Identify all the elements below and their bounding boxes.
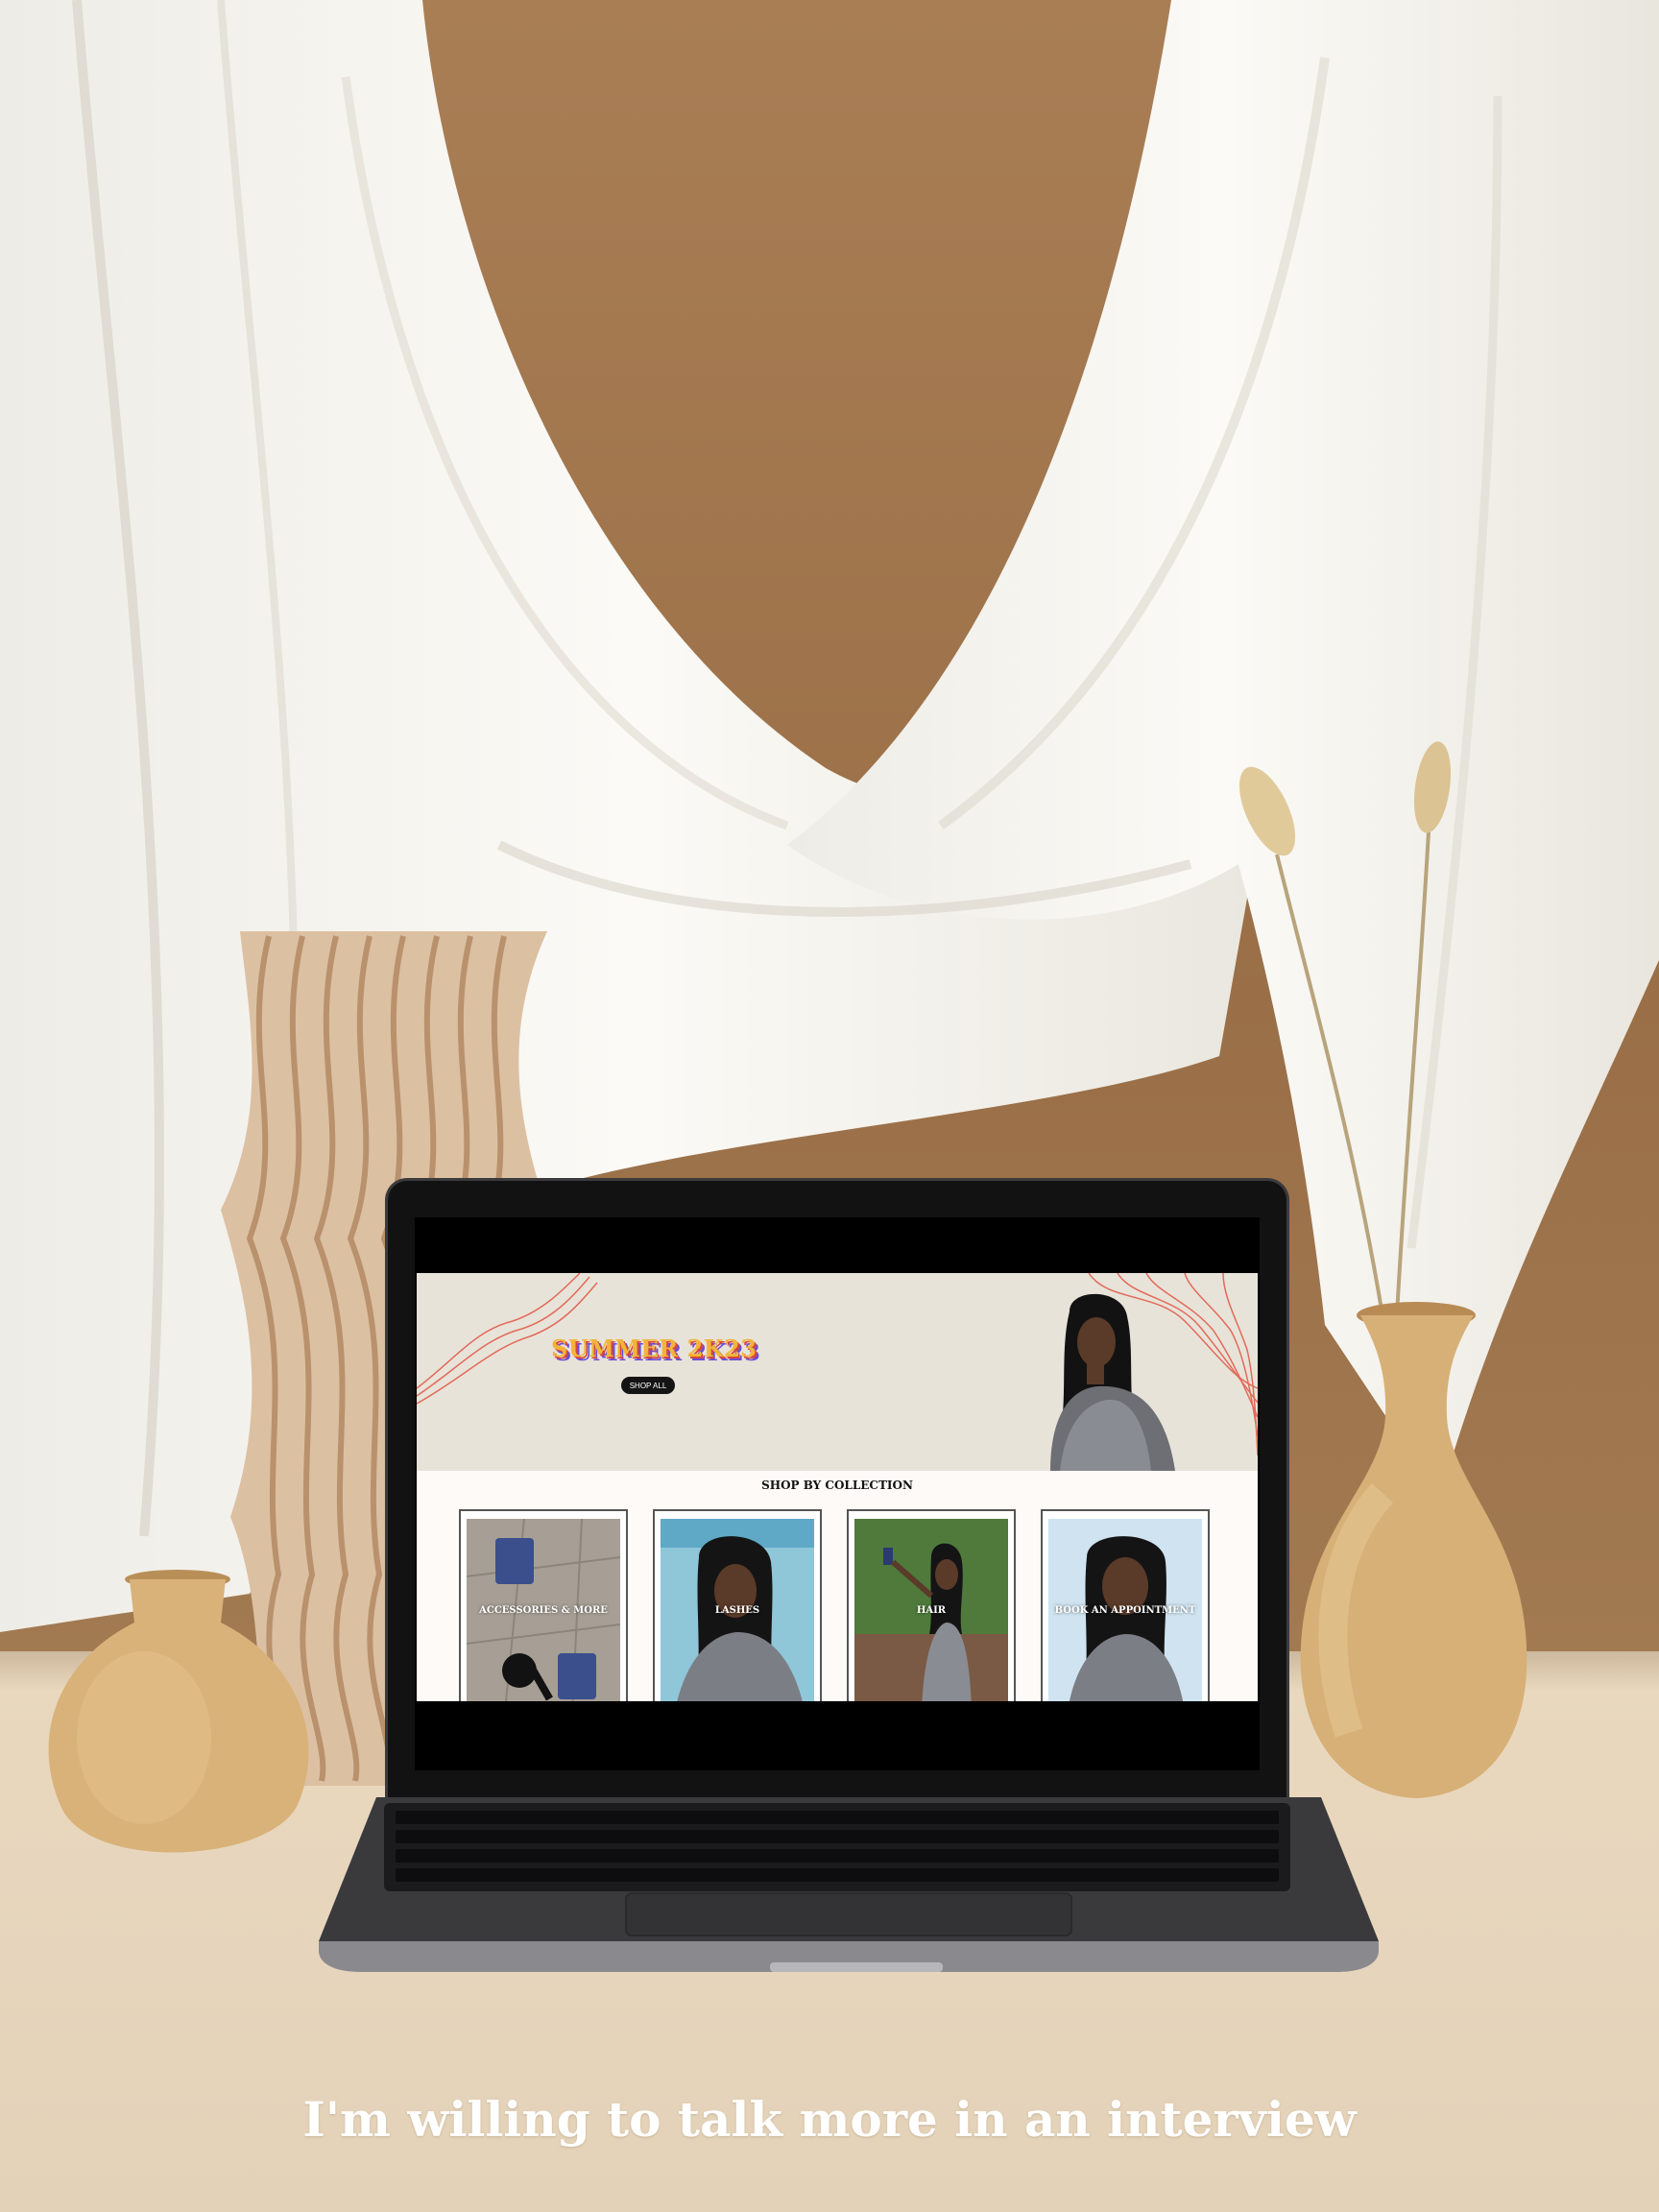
- collection-card-hair[interactable]: HAIR: [847, 1509, 1016, 1701]
- card-label-hair: HAIR: [916, 1605, 947, 1616]
- caption-text: I'm willing to talk more in an interview: [302, 2091, 1357, 2148]
- collection-section: SHOP BY COLLECTION ACCESSORIES & MORE LA…: [417, 1471, 1258, 1701]
- collection-heading: SHOP BY COLLECTION: [761, 1479, 913, 1492]
- card-label-lashes: LASHES: [714, 1605, 760, 1616]
- keyboard-row-1: [396, 1811, 1279, 1824]
- model-photo: [1050, 1293, 1175, 1471]
- keyboard: [384, 1803, 1290, 1891]
- hero-banner: SUMMER 2K23 SHOP ALL: [417, 1273, 1258, 1471]
- round-clay-vase: [48, 1570, 309, 1853]
- website-homepage: SUMMER 2K23 SHOP ALL SHOP BY COLLECTION: [417, 1273, 1258, 1701]
- keyboard-row-4: [396, 1868, 1279, 1882]
- collection-card-book-appointment[interactable]: BOOK AN APPOINTMENT: [1041, 1509, 1210, 1701]
- card-label-accessories: ACCESSORIES & MORE: [479, 1605, 608, 1616]
- collection-card-accessories[interactable]: ACCESSORIES & MORE: [459, 1509, 628, 1701]
- keyboard-row-2: [396, 1830, 1279, 1843]
- collection-card-lashes[interactable]: LASHES: [653, 1509, 822, 1701]
- keyboard-row-3: [396, 1849, 1279, 1863]
- card-label-book-appointment: BOOK AN APPOINTMENT: [1054, 1605, 1196, 1616]
- laptop-screen: SUMMER 2K23 SHOP ALL SHOP BY COLLECTION: [415, 1217, 1260, 1770]
- laptop-lid: SUMMER 2K23 SHOP ALL SHOP BY COLLECTION: [388, 1181, 1286, 1807]
- hero-title: SUMMER 2K23: [551, 1334, 757, 1362]
- shop-all-button[interactable]: SHOP ALL: [621, 1377, 675, 1394]
- tall-clay-vase: [1300, 1302, 1527, 1798]
